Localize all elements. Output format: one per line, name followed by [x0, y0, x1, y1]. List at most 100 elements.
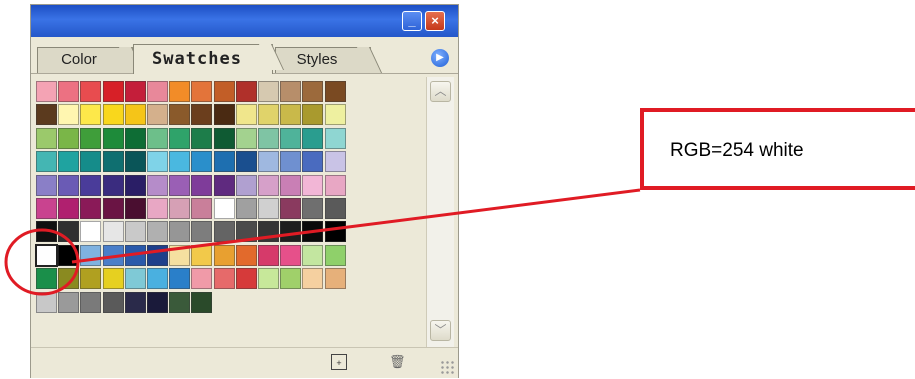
color-swatch[interactable]: [169, 104, 191, 126]
color-swatch[interactable]: [58, 104, 80, 126]
color-swatch[interactable]: [213, 221, 235, 243]
color-swatch[interactable]: [191, 151, 213, 173]
color-swatch[interactable]: [280, 174, 302, 196]
color-swatch[interactable]: [124, 244, 146, 266]
color-swatch[interactable]: [191, 104, 213, 126]
color-swatch[interactable]: [258, 244, 279, 266]
color-swatch[interactable]: [258, 104, 279, 126]
color-swatch[interactable]: [191, 244, 213, 266]
color-swatch[interactable]: [191, 291, 213, 313]
color-swatch[interactable]: [36, 127, 57, 149]
scroll-up-button[interactable]: ︿: [430, 81, 451, 102]
color-swatch[interactable]: [213, 81, 235, 102]
color-swatch[interactable]: [58, 291, 80, 313]
color-swatch[interactable]: [324, 198, 346, 219]
color-swatch[interactable]: [169, 174, 191, 196]
color-swatch[interactable]: [302, 198, 324, 219]
color-swatch[interactable]: [102, 127, 124, 149]
color-swatch[interactable]: [102, 221, 124, 243]
color-swatch[interactable]: [102, 244, 124, 266]
tab-color[interactable]: Color: [37, 47, 133, 73]
color-swatch[interactable]: [36, 151, 57, 173]
color-swatch[interactable]: [258, 174, 279, 196]
color-swatch[interactable]: [102, 198, 124, 219]
color-swatch[interactable]: [124, 221, 146, 243]
color-swatch[interactable]: [124, 104, 146, 126]
color-swatch[interactable]: [191, 198, 213, 219]
color-swatch[interactable]: [147, 174, 168, 196]
color-swatch[interactable]: [191, 268, 213, 290]
trash-icon[interactable]: 🗑: [389, 354, 406, 370]
color-swatch[interactable]: [147, 104, 168, 126]
color-swatch[interactable]: [147, 81, 168, 102]
color-swatch[interactable]: [169, 244, 191, 266]
color-swatch[interactable]: [36, 198, 57, 219]
color-swatch[interactable]: [213, 198, 235, 219]
color-swatch[interactable]: [324, 104, 346, 126]
color-swatch[interactable]: [36, 244, 57, 266]
color-swatch[interactable]: [169, 221, 191, 243]
color-swatch[interactable]: [147, 244, 168, 266]
color-swatch[interactable]: [147, 127, 168, 149]
color-swatch[interactable]: [58, 151, 80, 173]
color-swatch[interactable]: [169, 268, 191, 290]
color-swatch[interactable]: [213, 151, 235, 173]
color-swatch[interactable]: [102, 268, 124, 290]
color-swatch[interactable]: [102, 151, 124, 173]
color-swatch[interactable]: [147, 221, 168, 243]
color-swatch[interactable]: [258, 151, 279, 173]
minimize-button[interactable]: _: [402, 11, 422, 31]
color-swatch[interactable]: [302, 268, 324, 290]
color-swatch[interactable]: [58, 268, 80, 290]
color-swatch[interactable]: [124, 151, 146, 173]
color-swatch[interactable]: [324, 81, 346, 102]
color-swatch[interactable]: [258, 221, 279, 243]
color-swatch[interactable]: [147, 151, 168, 173]
color-swatch[interactable]: [213, 127, 235, 149]
color-swatch[interactable]: [324, 221, 346, 243]
color-swatch[interactable]: [124, 81, 146, 102]
color-swatch[interactable]: [169, 291, 191, 313]
color-swatch[interactable]: [258, 268, 279, 290]
color-swatch[interactable]: [324, 151, 346, 173]
color-swatch[interactable]: [80, 174, 102, 196]
close-button[interactable]: ×: [425, 11, 445, 31]
color-swatch[interactable]: [235, 244, 257, 266]
new-swatch-icon[interactable]: +: [331, 354, 347, 370]
color-swatch[interactable]: [147, 198, 168, 219]
color-swatch[interactable]: [302, 104, 324, 126]
color-swatch[interactable]: [36, 221, 57, 243]
color-swatch[interactable]: [235, 268, 257, 290]
color-swatch[interactable]: [235, 221, 257, 243]
color-swatch[interactable]: [302, 174, 324, 196]
color-swatch[interactable]: [58, 174, 80, 196]
color-swatch[interactable]: [80, 291, 102, 313]
color-swatch[interactable]: [102, 104, 124, 126]
color-swatch[interactable]: [58, 221, 80, 243]
color-swatch[interactable]: [169, 127, 191, 149]
color-swatch[interactable]: [58, 81, 80, 102]
color-swatch[interactable]: [191, 221, 213, 243]
color-swatch[interactable]: [235, 151, 257, 173]
color-swatch[interactable]: [280, 151, 302, 173]
color-swatch[interactable]: [102, 81, 124, 102]
color-swatch[interactable]: [80, 127, 102, 149]
color-swatch[interactable]: [302, 221, 324, 243]
color-swatch[interactable]: [102, 291, 124, 313]
color-swatch[interactable]: [80, 81, 102, 102]
color-swatch[interactable]: [280, 244, 302, 266]
color-swatch[interactable]: [213, 244, 235, 266]
color-swatch[interactable]: [102, 174, 124, 196]
color-swatch[interactable]: [280, 268, 302, 290]
color-swatch[interactable]: [36, 104, 57, 126]
color-swatch[interactable]: [324, 174, 346, 196]
color-swatch[interactable]: [235, 104, 257, 126]
color-swatch[interactable]: [280, 221, 302, 243]
color-swatch[interactable]: [213, 268, 235, 290]
color-swatch[interactable]: [124, 198, 146, 219]
scroll-down-button[interactable]: ﹀: [430, 320, 451, 341]
color-swatch[interactable]: [324, 244, 346, 266]
color-swatch[interactable]: [169, 81, 191, 102]
color-swatch[interactable]: [302, 127, 324, 149]
tab-styles[interactable]: Styles: [275, 47, 371, 73]
